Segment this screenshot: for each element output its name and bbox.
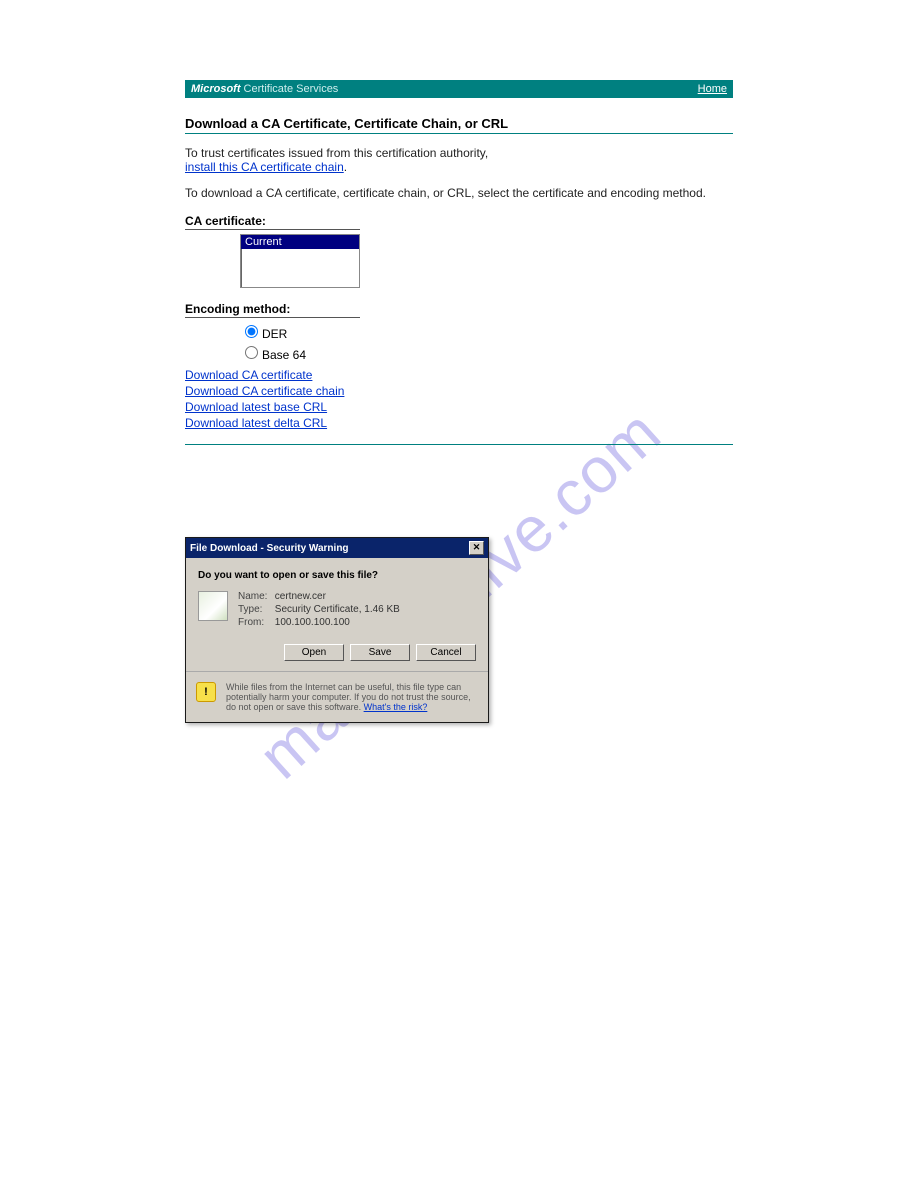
dialog-file-row: Name: certnew.cer Type: Security Certifi… — [198, 591, 476, 630]
ca-cert-listbox[interactable]: Current — [240, 234, 360, 288]
whats-the-risk-link[interactable]: What's the risk? — [364, 702, 428, 712]
dialog-buttons: Open Save Cancel — [198, 644, 476, 661]
radio-base64-label[interactable]: Base 64 — [240, 343, 733, 362]
save-button[interactable]: Save — [350, 644, 410, 661]
brand-primary: Microsoft — [191, 83, 241, 95]
instructions-text: To download a CA certificate, certificat… — [185, 186, 733, 200]
dialog-body: Do you want to open or save this file? N… — [186, 558, 488, 671]
name-label: Name: — [238, 591, 272, 602]
name-value: certnew.cer — [275, 591, 326, 602]
intro-line1: To trust certificates issued from this c… — [185, 146, 488, 160]
encoding-section: Encoding method: — [185, 302, 360, 318]
intro-paragraph: To trust certificates issued from this c… — [185, 146, 733, 174]
type-label: Type: — [238, 604, 272, 615]
download-base-crl-link[interactable]: Download latest base CRL — [185, 400, 733, 414]
divider — [185, 444, 733, 445]
radio-der-text: DER — [262, 327, 287, 341]
ca-cert-label: CA certificate: — [185, 214, 266, 228]
dialog-footer: ! While files from the Internet can be u… — [186, 671, 488, 722]
cancel-button[interactable]: Cancel — [416, 644, 476, 661]
radio-base64[interactable] — [245, 346, 258, 359]
radio-base64-text: Base 64 — [262, 348, 306, 362]
dialog-question: Do you want to open or save this file? — [198, 570, 476, 581]
encoding-radio-group: DER Base 64 — [240, 322, 733, 362]
file-download-dialog: File Download - Security Warning ✕ Do yo… — [185, 537, 489, 723]
warning-body: While files from the Internet can be use… — [226, 682, 471, 712]
dialog-title-text: File Download - Security Warning — [190, 543, 349, 554]
download-ca-chain-link[interactable]: Download CA certificate chain — [185, 384, 733, 398]
home-link[interactable]: Home — [698, 83, 727, 95]
app-header: Microsoft Certificate Services Home — [185, 80, 733, 98]
install-chain-link[interactable]: install this CA certificate chain — [185, 160, 344, 174]
dialog-warning-text: While files from the Internet can be use… — [226, 682, 478, 712]
download-links: Download CA certificate Download CA cert… — [185, 368, 733, 430]
from-label: From: — [238, 617, 272, 628]
download-ca-cert-link[interactable]: Download CA certificate — [185, 368, 733, 382]
ca-cert-section: CA certificate: — [185, 214, 360, 230]
dialog-file-meta: Name: certnew.cer Type: Security Certifi… — [238, 591, 400, 630]
warning-shield-icon: ! — [196, 682, 216, 702]
dialog-title-bar: File Download - Security Warning ✕ — [186, 538, 488, 558]
close-icon[interactable]: ✕ — [469, 541, 484, 555]
from-value: 100.100.100.100 — [275, 617, 350, 628]
ca-cert-selected-item[interactable]: Current — [241, 235, 359, 249]
intro-period: . — [344, 160, 347, 174]
brand: Microsoft Certificate Services — [191, 83, 338, 95]
type-value: Security Certificate, 1.46 KB — [275, 604, 400, 615]
page-title: Download a CA Certificate, Certificate C… — [185, 116, 733, 134]
radio-der-label[interactable]: DER — [240, 322, 733, 341]
certificate-file-icon — [198, 591, 228, 621]
encoding-label: Encoding method: — [185, 302, 290, 316]
brand-secondary: Certificate Services — [241, 83, 339, 95]
download-delta-crl-link[interactable]: Download latest delta CRL — [185, 416, 733, 430]
radio-der[interactable] — [245, 325, 258, 338]
open-button[interactable]: Open — [284, 644, 344, 661]
